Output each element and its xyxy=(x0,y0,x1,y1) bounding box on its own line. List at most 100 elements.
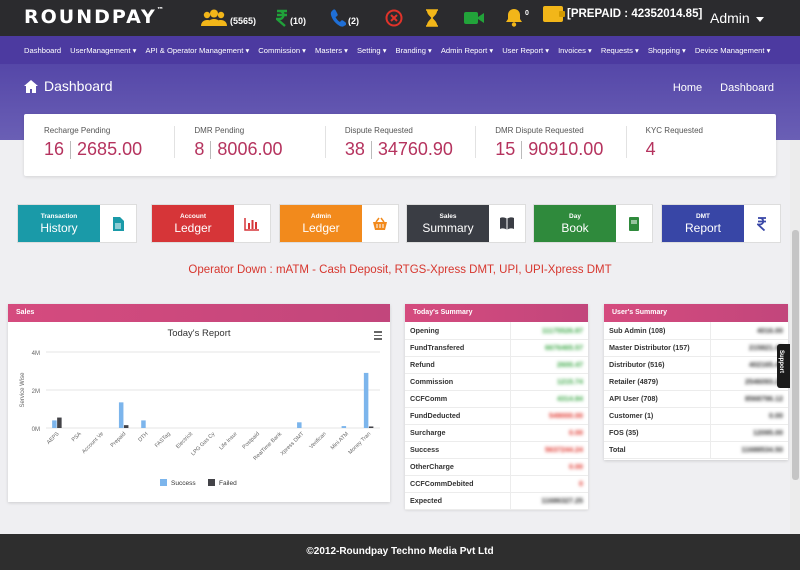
quick-sub: DMT xyxy=(695,212,711,220)
logo[interactable]: ROUNDPAY™ xyxy=(24,6,164,28)
phone-icon xyxy=(330,9,346,27)
nav-device-management[interactable]: Device Management ▾ xyxy=(695,46,771,55)
video-icon xyxy=(464,12,484,24)
summary-row: Customer (1) 0.00 xyxy=(604,407,788,425)
nav-masters[interactable]: Masters ▾ xyxy=(315,46,348,55)
summary-value: 11175526.87 xyxy=(509,322,588,340)
summary-row: CCFCommDebited 0 xyxy=(405,475,588,493)
x-tick-label: Mini ATM xyxy=(330,431,350,451)
nav-branding[interactable]: Branding ▾ xyxy=(396,46,432,55)
summary-label: Master Distributor (157) xyxy=(604,339,710,357)
admin-dropdown[interactable]: Admin xyxy=(710,10,764,26)
nav-admin-report[interactable]: Admin Report ▾ xyxy=(441,46,493,55)
users-count: (5565) xyxy=(230,16,257,26)
summary-value: 8568796.12 xyxy=(709,390,788,408)
transaction-history-button[interactable]: Transaction History xyxy=(17,204,137,243)
stat-label: DMR Pending xyxy=(194,126,245,135)
summary-label: OtherCharge xyxy=(405,458,510,476)
quick-main: Day Book xyxy=(534,205,616,242)
stat-recharge-pending[interactable]: Recharge Pending 16 2685.00 xyxy=(24,114,174,176)
stat-amount: 8006.00 xyxy=(217,139,283,159)
stat-dispute-requested[interactable]: Dispute Requested 38 34760.90 xyxy=(324,114,475,176)
x-tick-label: AEPS xyxy=(46,431,61,446)
prepaid-balance[interactable]: [PREPAID : 42352014.85] xyxy=(543,6,702,22)
summary-row: Master Distributor (157) 215821.42 xyxy=(604,339,788,357)
stat-count: 4 xyxy=(645,139,656,159)
quick-sub: Sales xyxy=(439,212,457,220)
summary-label: FundTransfered xyxy=(405,339,510,357)
breadcrumb-home[interactable]: Home xyxy=(673,82,702,94)
page-title-text: Dashboard xyxy=(44,78,113,94)
footer: ©2012-Roundpay Techno Media Pvt Ltd xyxy=(0,534,800,570)
nav-setting[interactable]: Setting ▾ xyxy=(357,46,387,55)
book-open-icon xyxy=(489,205,525,242)
stat-dmr-pending[interactable]: DMR Pending 8 8006.00 xyxy=(174,114,324,176)
video-button[interactable] xyxy=(463,8,485,28)
calls-count-button[interactable]: (2) xyxy=(330,8,359,28)
nav-shopping[interactable]: Shopping ▾ xyxy=(648,46,686,55)
breadcrumb-dashboard[interactable]: Dashboard xyxy=(720,82,774,94)
stat-label: Recharge Pending xyxy=(44,126,111,135)
stat-label: KYC Requested xyxy=(645,126,703,135)
summary-row: API User (708) 8568796.12 xyxy=(604,390,788,408)
caret-down-icon xyxy=(755,16,764,22)
legend-label: Failed xyxy=(219,480,237,487)
todays-summary-table: Opening 11175526.87 FundTransfered 6676465.… xyxy=(405,322,588,510)
nav-invoices[interactable]: Invoices ▾ xyxy=(558,46,592,55)
summary-label: API User (708) xyxy=(604,390,710,408)
quick-main: Transaction History xyxy=(18,205,100,242)
x-tick-label: DTH xyxy=(137,431,149,443)
y-tick-label: 0M xyxy=(32,427,40,433)
nav-commission[interactable]: Commission ▾ xyxy=(258,46,306,55)
basket-icon xyxy=(362,205,398,242)
quick-main: Sales Summary xyxy=(407,205,489,242)
nav-user-management[interactable]: UserManagement ▾ xyxy=(70,46,136,55)
nav-api-operator-management[interactable]: API & Operator Management ▾ xyxy=(145,46,249,55)
account-ledger-button[interactable]: Account Ledger xyxy=(151,204,271,243)
sales-chart: 0M 2M 4M Service Wise AEPS PSAAccount Ve Prepa… xyxy=(20,351,380,487)
x-tick-label: Life Insur xyxy=(218,431,238,451)
nav-requests[interactable]: Requests ▾ xyxy=(601,46,639,55)
x-tick-label: Money Tran xyxy=(347,431,372,456)
support-tab[interactable]: Support xyxy=(777,344,791,388)
y-axis-label: Service Wise xyxy=(20,372,26,408)
summary-row: Commission 1215.74 xyxy=(405,373,588,391)
nav-user-report[interactable]: User Report ▾ xyxy=(502,46,549,55)
cancel-button[interactable] xyxy=(385,8,403,28)
page-title: Dashboard xyxy=(24,78,113,94)
quick-main: DMT Report xyxy=(662,205,744,242)
scrollbar-thumb[interactable] xyxy=(792,230,799,480)
stat-kyc-requested[interactable]: KYC Requested 4 xyxy=(625,114,776,176)
quick-sub: Transaction xyxy=(40,212,78,220)
logo-text: ROUNDPAY xyxy=(24,6,157,28)
users-summary-table: Sub Admin (108) 4016.00 Master Distributor… xyxy=(604,322,788,459)
summary-value: 0.00 xyxy=(509,458,588,476)
nav-dashboard[interactable]: Dashboard xyxy=(24,46,61,55)
admin-ledger-button[interactable]: Admin Ledger xyxy=(279,204,399,243)
summary-label: Surcharge xyxy=(405,424,510,442)
rupee-count-button[interactable]: (10) xyxy=(276,8,306,28)
summary-row: FOS (35) 12095.00 xyxy=(604,424,788,442)
top-bar: ROUNDPAY™ (5565) (10) (2) 0 [PREPAID : 4… xyxy=(0,0,800,36)
book-icon xyxy=(616,205,652,242)
day-book-button[interactable]: Day Book xyxy=(533,204,653,243)
summary-label: Refund xyxy=(405,356,510,374)
summary-row: Opening 11175526.87 xyxy=(405,322,588,340)
sales-summary-button[interactable]: Sales Summary xyxy=(406,204,526,243)
notifications-button[interactable]: 0 xyxy=(505,8,529,28)
summary-label: Commission xyxy=(405,373,510,391)
panel-header: Today's Summary xyxy=(405,304,588,322)
summary-label: FundDeducted xyxy=(405,407,510,425)
stat-dmr-dispute-requested[interactable]: DMR Dispute Requested 15 90910.00 xyxy=(475,114,625,176)
summary-row: Retailer (4879) 2546093.22 xyxy=(604,373,788,391)
dmt-report-button[interactable]: DMT Report xyxy=(661,204,781,243)
summary-value: 11688534.50 xyxy=(709,441,788,459)
quick-label: Book xyxy=(561,220,589,235)
sales-panel: Sales Today's Report 0M 2M 4M Service Wise A… xyxy=(8,304,390,502)
x-tick-label: Prepaid xyxy=(110,431,128,449)
users-count-button[interactable]: (5565) xyxy=(200,8,256,28)
pending-button[interactable] xyxy=(425,8,439,28)
logo-trademark: ™ xyxy=(156,6,164,14)
quick-main: Account Ledger xyxy=(152,205,234,242)
bar-success xyxy=(363,372,369,428)
